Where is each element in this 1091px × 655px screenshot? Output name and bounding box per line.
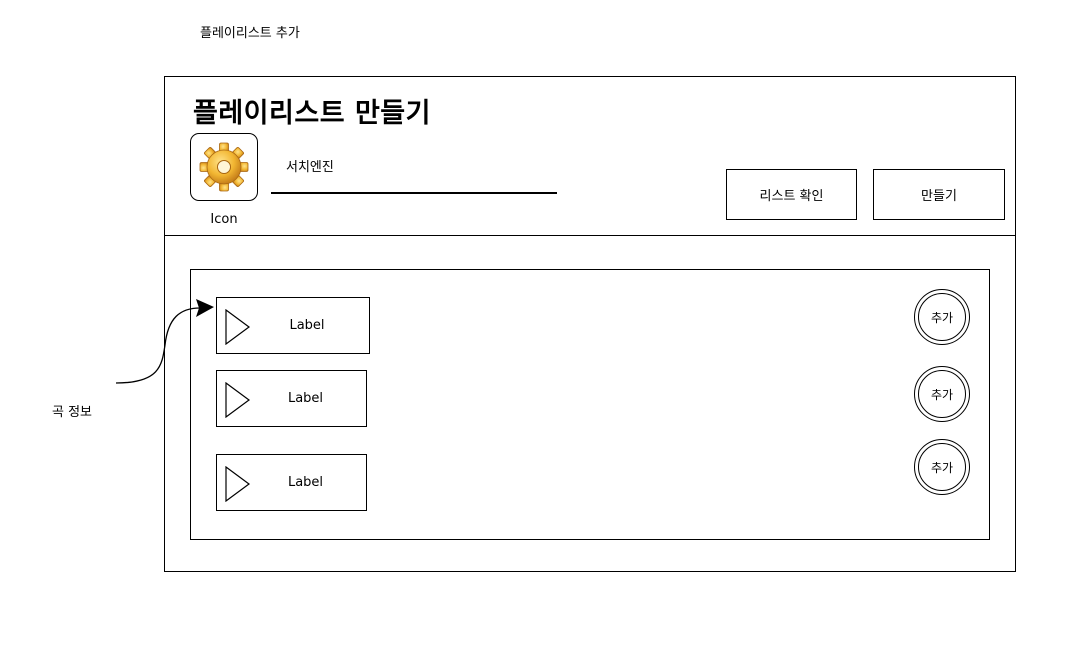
- add-song-button[interactable]: 추가: [914, 289, 970, 345]
- add-song-button[interactable]: 추가: [914, 366, 970, 422]
- song-item[interactable]: Label: [216, 454, 367, 511]
- add-button-label: 추가: [918, 443, 966, 491]
- song-label: Label: [287, 391, 324, 406]
- add-button-label: 추가: [918, 370, 966, 418]
- play-icon[interactable]: [225, 466, 251, 502]
- create-button[interactable]: 만들기: [873, 169, 1005, 220]
- annotation-label: 곡 정보: [52, 405, 93, 420]
- gear-icon: [199, 142, 249, 192]
- icon-label: Icon: [210, 212, 238, 227]
- playlist-icon-button[interactable]: [190, 133, 258, 201]
- song-label: Label: [287, 475, 324, 490]
- page-caption: 플레이리스트 추가: [200, 26, 300, 41]
- header-divider: [164, 235, 1016, 236]
- add-song-button[interactable]: 추가: [914, 439, 970, 495]
- play-icon[interactable]: [225, 309, 251, 345]
- list-check-button[interactable]: 리스트 확인: [726, 169, 857, 220]
- add-button-label: 추가: [918, 293, 966, 341]
- song-label: Label: [289, 318, 325, 333]
- search-label: 서치엔진: [286, 160, 334, 175]
- song-item[interactable]: Label: [216, 370, 367, 427]
- search-input[interactable]: [271, 192, 557, 194]
- song-item[interactable]: Label: [216, 297, 370, 354]
- play-icon[interactable]: [225, 382, 251, 418]
- page-title: 플레이리스트 만들기: [193, 98, 431, 129]
